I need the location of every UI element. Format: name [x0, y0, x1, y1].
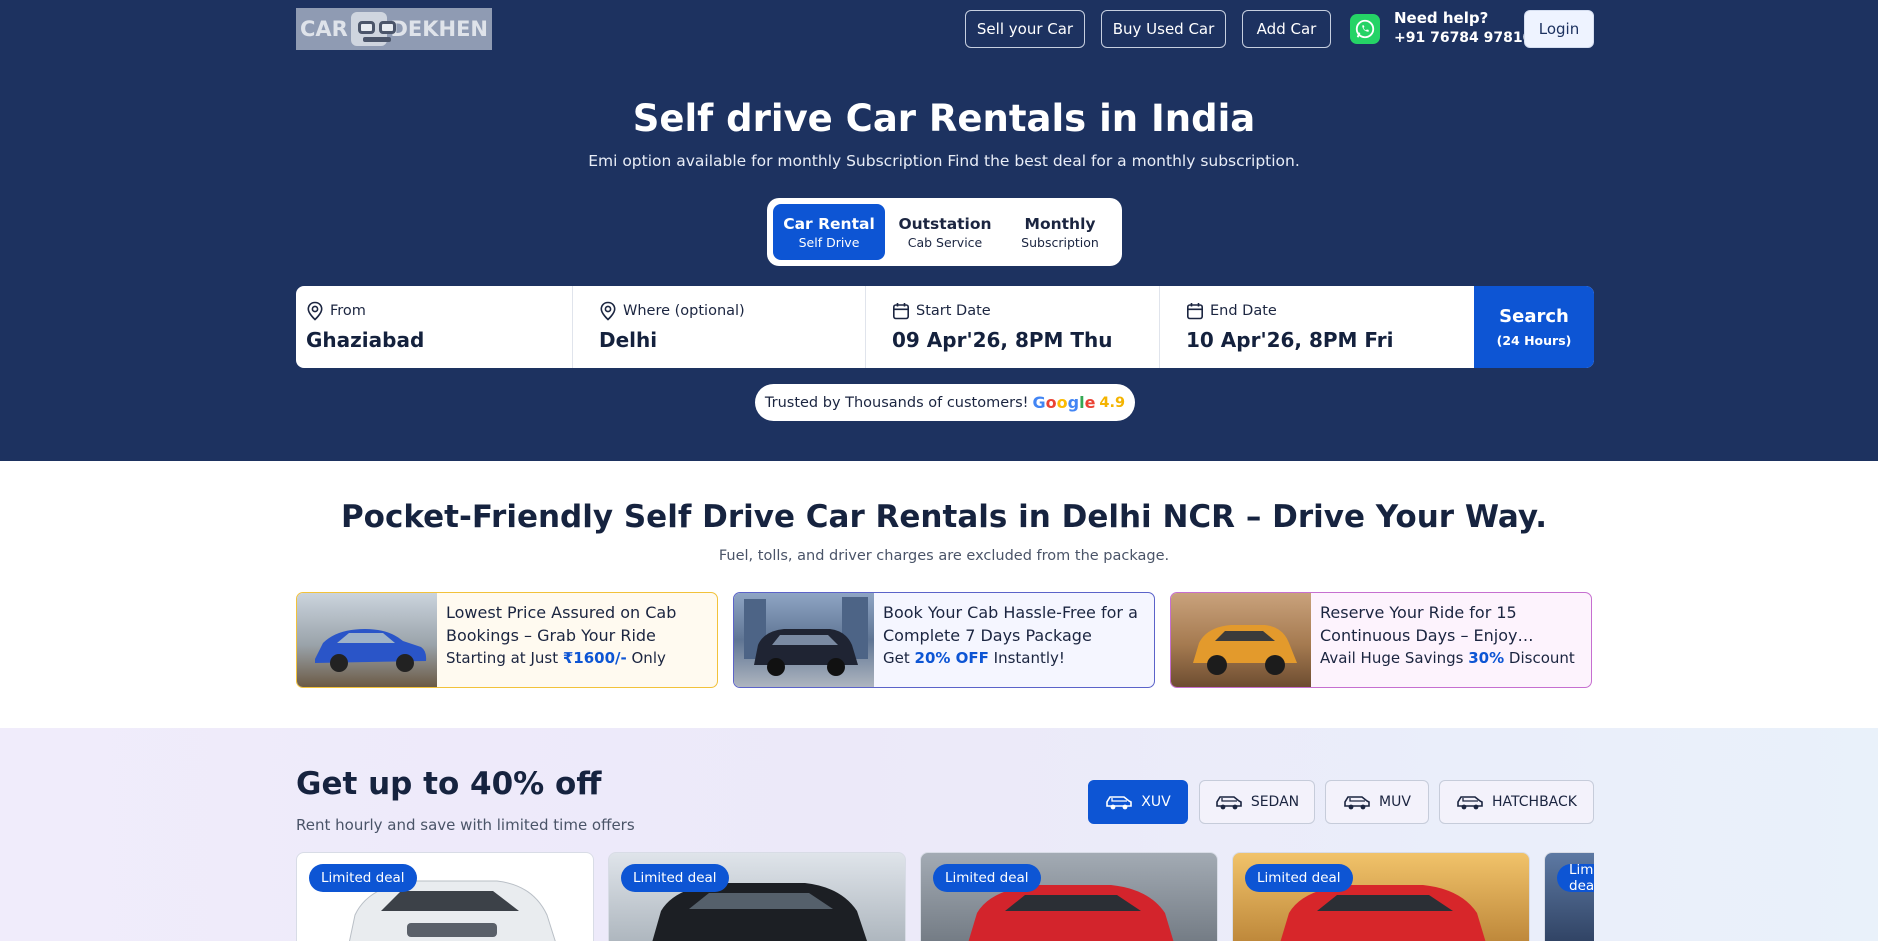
car-icon: [1344, 796, 1370, 810]
deal-card[interactable]: Limited deal: [296, 852, 594, 941]
buy-used-car-button[interactable]: Buy Used Car: [1101, 10, 1226, 48]
promo-car-image: [734, 593, 874, 687]
start-date-label: Start Date: [916, 303, 991, 319]
hero-section: CAR DEKHEN Sell your Car Buy Used Car Ad…: [0, 0, 1878, 461]
trust-text: Trusted by Thousands of customers!: [764, 394, 1029, 411]
car-icon: [1457, 796, 1483, 810]
hero-title: Self drive Car Rentals in India: [632, 97, 1256, 140]
deal-card[interactable]: Limited deal: [1232, 852, 1530, 941]
where-field[interactable]: Where (optional) Delhi: [573, 286, 866, 368]
tab-title: Monthly: [1024, 214, 1096, 233]
end-date-label: End Date: [1210, 303, 1277, 319]
trust-badge: Trusted by Thousands of customers! Googl…: [755, 384, 1135, 421]
tab-car-rental[interactable]: Car Rental Self Drive: [773, 204, 885, 260]
offers-section: Get up to 40% off Rent hourly and save w…: [0, 728, 1878, 941]
search-bar: From Ghaziabad Where (optional) Delhi St…: [296, 286, 1594, 368]
from-value: Ghaziabad: [306, 328, 425, 352]
help-contact: Need help? +91 76784 97810: [1394, 8, 1532, 48]
google-rating: 4.9: [1099, 394, 1126, 411]
help-phone[interactable]: +91 76784 97810: [1394, 28, 1532, 48]
start-date-value: 09 Apr'26, 8PM Thu: [892, 328, 1113, 352]
from-label: From: [330, 303, 366, 319]
promo-headline: Reserve Your Ride for 15 Continuous Days…: [1320, 603, 1518, 645]
limited-deal-badge: Limited deal: [933, 864, 1041, 892]
category-label: XUV: [1141, 794, 1171, 810]
promo-car-image: [1171, 593, 1311, 687]
logo-text-dekhen: DEKHEN: [390, 17, 488, 41]
offers-title: Get up to 40% off: [296, 766, 602, 802]
site-logo[interactable]: CAR DEKHEN: [296, 8, 492, 50]
deal-card[interactable]: Limited deal: [920, 852, 1218, 941]
promo-headline: Book Your Cab Hassle-Free for a Complete…: [883, 603, 1138, 645]
promo-headline: Lowest Price Assured on Cab Bookings – G…: [446, 603, 677, 645]
tab-subtitle: Cab Service: [907, 234, 983, 250]
promo-text: Get: [883, 649, 915, 667]
logo-car-face-icon: [350, 12, 396, 46]
add-car-button[interactable]: Add Car: [1242, 10, 1331, 48]
category-sedan[interactable]: SEDAN: [1199, 780, 1315, 824]
calendar-icon: [1186, 303, 1203, 320]
promo-highlight: ₹1600/-: [562, 649, 627, 667]
tab-title: Outstation: [898, 214, 992, 233]
sell-car-button[interactable]: Sell your Car: [965, 10, 1085, 48]
limited-deal-badge: Limited deal: [1557, 862, 1594, 894]
tab-title: Car Rental: [783, 214, 875, 233]
search-duration: (24 Hours): [1496, 333, 1572, 348]
car-icon: [1216, 796, 1242, 810]
tab-subtitle: Self Drive: [798, 234, 860, 250]
category-label: MUV: [1379, 794, 1411, 810]
promo-card[interactable]: Book Your Cab Hassle-Free for a Complete…: [733, 592, 1155, 688]
promo-text: Instantly!: [988, 649, 1065, 667]
section-title: Pocket-Friendly Self Drive Car Rentals i…: [340, 499, 1548, 535]
tab-outstation[interactable]: Outstation Cab Service: [887, 204, 1003, 260]
from-field[interactable]: From Ghaziabad: [296, 286, 573, 368]
section-subtitle: Fuel, tolls, and driver charges are excl…: [718, 548, 1170, 564]
google-logo: Google: [1032, 393, 1096, 412]
promo-text: Avail Huge Savings: [1320, 649, 1469, 667]
promo-text: Only: [626, 649, 666, 667]
category-hatchback[interactable]: HATCHBACK: [1439, 780, 1594, 824]
whatsapp-icon[interactable]: [1350, 14, 1380, 44]
site-header: CAR DEKHEN Sell your Car Buy Used Car Ad…: [296, 8, 1594, 52]
limited-deal-badge: Limited deal: [621, 864, 729, 892]
category-label: HATCHBACK: [1492, 794, 1577, 810]
location-pin-icon: [600, 301, 616, 321]
promo-highlight: 20% OFF: [914, 649, 989, 667]
deal-card[interactable]: Limited deal: [1544, 852, 1594, 941]
help-title: Need help?: [1394, 9, 1489, 27]
calendar-icon: [892, 303, 909, 320]
category-muv[interactable]: MUV: [1325, 780, 1429, 824]
search-button-label: Search: [1499, 306, 1569, 327]
tab-monthly[interactable]: Monthly Subscription: [1005, 204, 1115, 260]
end-date-value: 10 Apr'26, 8PM Fri: [1186, 328, 1394, 352]
limited-deal-badge: Limited deal: [1245, 864, 1353, 892]
promo-card[interactable]: Lowest Price Assured on Cab Bookings – G…: [296, 592, 718, 688]
login-button[interactable]: Login: [1524, 10, 1594, 48]
where-label: Where (optional): [623, 303, 745, 319]
where-value: Delhi: [599, 328, 658, 352]
service-tabs: Car Rental Self Drive Outstation Cab Ser…: [767, 198, 1122, 266]
search-button[interactable]: Search (24 Hours): [1474, 286, 1594, 368]
limited-deal-badge: Limited deal: [309, 864, 417, 892]
category-xuv[interactable]: XUV: [1088, 780, 1188, 824]
tab-subtitle: Subscription: [1021, 234, 1099, 250]
deal-card[interactable]: Limited deal: [608, 852, 906, 941]
offers-subtitle: Rent hourly and save with limited time o…: [296, 816, 635, 834]
promo-text: Starting at Just: [446, 649, 563, 667]
promo-car-image: [297, 593, 437, 687]
promo-highlight: 30%: [1468, 649, 1505, 667]
promo-card[interactable]: Reserve Your Ride for 15 Continuous Days…: [1170, 592, 1592, 688]
end-date-field[interactable]: End Date 10 Apr'26, 8PM Fri: [1160, 286, 1474, 368]
logo-text-car: CAR: [300, 17, 348, 41]
hero-subtitle: Emi option available for monthly Subscri…: [588, 152, 1300, 170]
start-date-field[interactable]: Start Date 09 Apr'26, 8PM Thu: [866, 286, 1160, 368]
promo-text: Discount: [1504, 649, 1575, 667]
location-pin-icon: [307, 301, 323, 321]
car-icon: [1106, 796, 1133, 810]
category-label: SEDAN: [1250, 794, 1300, 810]
